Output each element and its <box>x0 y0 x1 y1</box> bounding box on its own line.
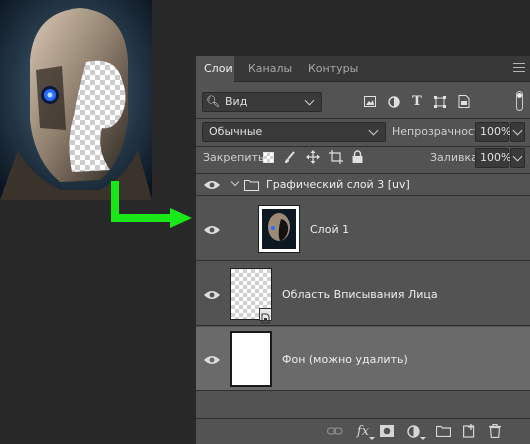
eye-icon[interactable] <box>204 355 220 365</box>
lock-move-icon[interactable] <box>306 150 320 164</box>
opacity-dropdown[interactable] <box>510 122 525 142</box>
fill-value: 100% <box>480 151 512 164</box>
lock-all-icon[interactable] <box>352 150 363 163</box>
layer-thumbnail <box>230 331 272 387</box>
panel-tab-bar: Слои Каналы Контуры <box>196 56 530 82</box>
layer-thumbnail <box>258 205 300 253</box>
green-arrow <box>111 181 192 228</box>
layer-name: Область Вписывания Лица <box>282 288 438 301</box>
lock-paint-icon[interactable] <box>284 151 296 164</box>
blend-mode-select[interactable]: Обычные <box>202 122 386 142</box>
lock-artboard-icon[interactable] <box>329 150 343 164</box>
opacity-value: 100% <box>480 125 512 138</box>
eye-icon[interactable] <box>204 225 220 235</box>
layer-row-background[interactable]: Фон (можно удалить) <box>196 327 530 391</box>
search-icon: 🔍︎ <box>206 95 220 108</box>
image-filter-icon[interactable] <box>364 96 376 107</box>
lock-label: Закрепить: <box>203 151 269 164</box>
new-group-icon[interactable] <box>436 425 451 437</box>
layers-bottom-bar: fx <box>196 418 530 444</box>
eye-icon[interactable] <box>204 290 220 300</box>
adjustment-filter-icon[interactable] <box>388 96 400 108</box>
panel-menu-icon[interactable] <box>513 63 525 74</box>
filter-kind-label: Вид <box>225 95 248 108</box>
new-layer-icon[interactable] <box>463 424 476 438</box>
filter-toggle[interactable] <box>516 91 523 111</box>
layer-row-image[interactable]: Слой 1 <box>196 197 530 261</box>
type-filter-icon[interactable]: T <box>410 93 424 111</box>
tab-paths[interactable]: Контуры <box>300 56 366 82</box>
layer-name: Фон (можно удалить) <box>282 353 408 366</box>
layer-name: Слой 1 <box>310 223 350 236</box>
layer-row-smart-object[interactable]: Область Вписывания Лица <box>196 262 530 326</box>
folder-icon <box>244 180 259 191</box>
smart-object-badge-icon <box>259 308 272 324</box>
tab-channels[interactable]: Каналы <box>240 56 300 82</box>
link-icon[interactable] <box>327 426 343 436</box>
blend-mode-value: Обычные <box>209 125 263 138</box>
smart-object-filter-icon[interactable] <box>458 95 470 108</box>
adjustment-icon[interactable] <box>407 425 420 438</box>
fill-input[interactable]: 100% <box>475 148 512 168</box>
preview-image <box>0 0 152 200</box>
chevron-down-icon <box>512 125 523 136</box>
eye-icon[interactable] <box>204 180 220 190</box>
chevron-down-icon <box>304 95 315 106</box>
layers-panel: Слои Каналы Контуры 🔍︎ Вид T Обычные Неп… <box>195 56 530 444</box>
lock-transparent-icon[interactable] <box>263 152 274 163</box>
mask-icon[interactable] <box>380 425 394 437</box>
filter-kind-select[interactable]: 🔍︎ Вид <box>202 92 322 112</box>
chevron-down-icon <box>368 125 379 136</box>
chevron-down-icon <box>512 151 523 162</box>
opacity-input[interactable]: 100% <box>475 122 512 142</box>
tab-layers[interactable]: Слои <box>196 56 234 82</box>
fill-label: Заливка: <box>430 151 482 164</box>
fill-dropdown[interactable] <box>510 148 525 168</box>
trash-icon[interactable] <box>489 424 501 438</box>
chevron-down-icon[interactable] <box>230 177 240 187</box>
layer-row-group[interactable]: Графический слой 3 [uv] <box>196 174 530 196</box>
layer-name: Графический слой 3 [uv] <box>266 178 410 191</box>
shape-filter-icon[interactable] <box>434 96 446 108</box>
